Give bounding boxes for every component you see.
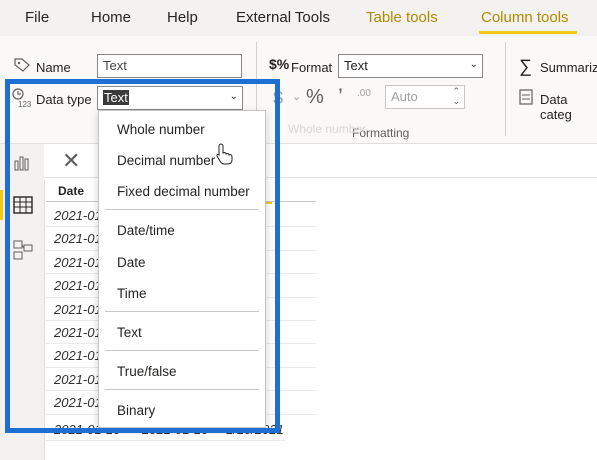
- svg-text:123: 123: [18, 100, 32, 108]
- tag-icon: [14, 58, 30, 75]
- tab-table-tools[interactable]: Table tools: [366, 9, 438, 26]
- auto-value: Auto: [391, 89, 418, 104]
- tab-column-tools[interactable]: Column tools: [481, 9, 569, 26]
- option-fixed-decimal-number[interactable]: Fixed decimal number: [117, 184, 250, 199]
- dropdown-separator: [105, 209, 259, 210]
- menu-bar: File Home Help External Tools Table tool…: [0, 0, 597, 36]
- currency-icon[interactable]: $: [273, 88, 283, 109]
- format-label: Format: [291, 60, 333, 75]
- table-cell: 2021-01: [54, 348, 102, 364]
- data-category-label[interactable]: Data categ: [540, 92, 597, 122]
- tab-help[interactable]: Help: [167, 9, 198, 26]
- data-type-dropdown: Whole number Decimal number Fixed decima…: [98, 110, 266, 428]
- option-whole-number[interactable]: Whole number: [117, 122, 205, 137]
- hand-cursor-icon: [216, 143, 233, 165]
- name-label: Name: [36, 60, 71, 75]
- table-cell: 2021-01: [54, 231, 102, 247]
- decimal-places-input[interactable]: Auto ⌃ ⌄: [385, 85, 465, 109]
- report-view-icon[interactable]: [13, 153, 33, 173]
- option-time[interactable]: Time: [117, 286, 147, 301]
- tab-external-tools[interactable]: External Tools: [236, 9, 330, 26]
- comma-style-icon[interactable]: ’: [338, 84, 343, 110]
- format-icon: $%: [269, 56, 290, 72]
- data-type-icon: 123: [12, 88, 34, 111]
- table-cell: 2021-01: [54, 254, 102, 270]
- data-type-select[interactable]: Text ⌄: [97, 86, 243, 110]
- percent-icon[interactable]: %: [306, 86, 324, 109]
- spinner-icon[interactable]: ⌃ ⌄: [452, 86, 460, 106]
- column-divider: [44, 180, 45, 460]
- table-cell: 2021-01: [54, 278, 102, 294]
- tab-file[interactable]: File: [25, 9, 49, 26]
- table-cell: 2021-01: [54, 208, 102, 223]
- option-true-false[interactable]: True/false: [117, 364, 177, 379]
- option-date[interactable]: Date: [117, 255, 146, 270]
- chevron-down-icon: ⌄: [469, 59, 478, 70]
- chevron-down-icon: ⌄: [229, 91, 238, 102]
- column-header-date[interactable]: Date: [58, 184, 84, 198]
- table-cell: 2021-01: [54, 301, 102, 317]
- active-view-indicator: [0, 190, 3, 220]
- ghost-text: Whole number: [288, 122, 367, 136]
- close-icon[interactable]: ✕: [62, 148, 80, 174]
- ribbon-separator: [505, 42, 506, 136]
- dropdown-separator: [105, 350, 259, 351]
- summarize-label[interactable]: Summariz: [540, 60, 597, 75]
- sigma-icon: ∑: [519, 56, 532, 76]
- model-view-icon[interactable]: [13, 240, 33, 260]
- active-tab-indicator: [479, 31, 577, 34]
- option-date-time[interactable]: Date/time: [117, 223, 175, 238]
- dropdown-separator: [105, 311, 259, 312]
- dropdown-separator: [105, 389, 259, 390]
- option-binary[interactable]: Binary: [117, 403, 155, 418]
- option-decimal-number[interactable]: Decimal number: [117, 153, 215, 168]
- view-rail: [0, 144, 44, 460]
- data-view-icon[interactable]: [13, 196, 33, 216]
- name-input[interactable]: Text: [97, 54, 242, 78]
- decimal-places-icon[interactable]: .00: [357, 88, 371, 99]
- data-category-icon: [519, 89, 533, 108]
- data-type-label: Data type: [36, 92, 92, 107]
- table-cell: 2021-01: [54, 325, 102, 340]
- option-text[interactable]: Text: [117, 325, 142, 340]
- format-value: Text: [344, 58, 368, 73]
- chevron-down-icon[interactable]: ⌄: [292, 90, 301, 103]
- table-cell: 2021-01: [54, 395, 102, 411]
- format-select[interactable]: Text ⌄: [338, 54, 483, 78]
- data-type-value: Text: [103, 90, 129, 105]
- table-cell: 2021-01: [54, 371, 102, 387]
- tab-home[interactable]: Home: [91, 9, 131, 26]
- ribbon: Name Text 123 Data type Text ⌄ $% Format…: [0, 36, 597, 144]
